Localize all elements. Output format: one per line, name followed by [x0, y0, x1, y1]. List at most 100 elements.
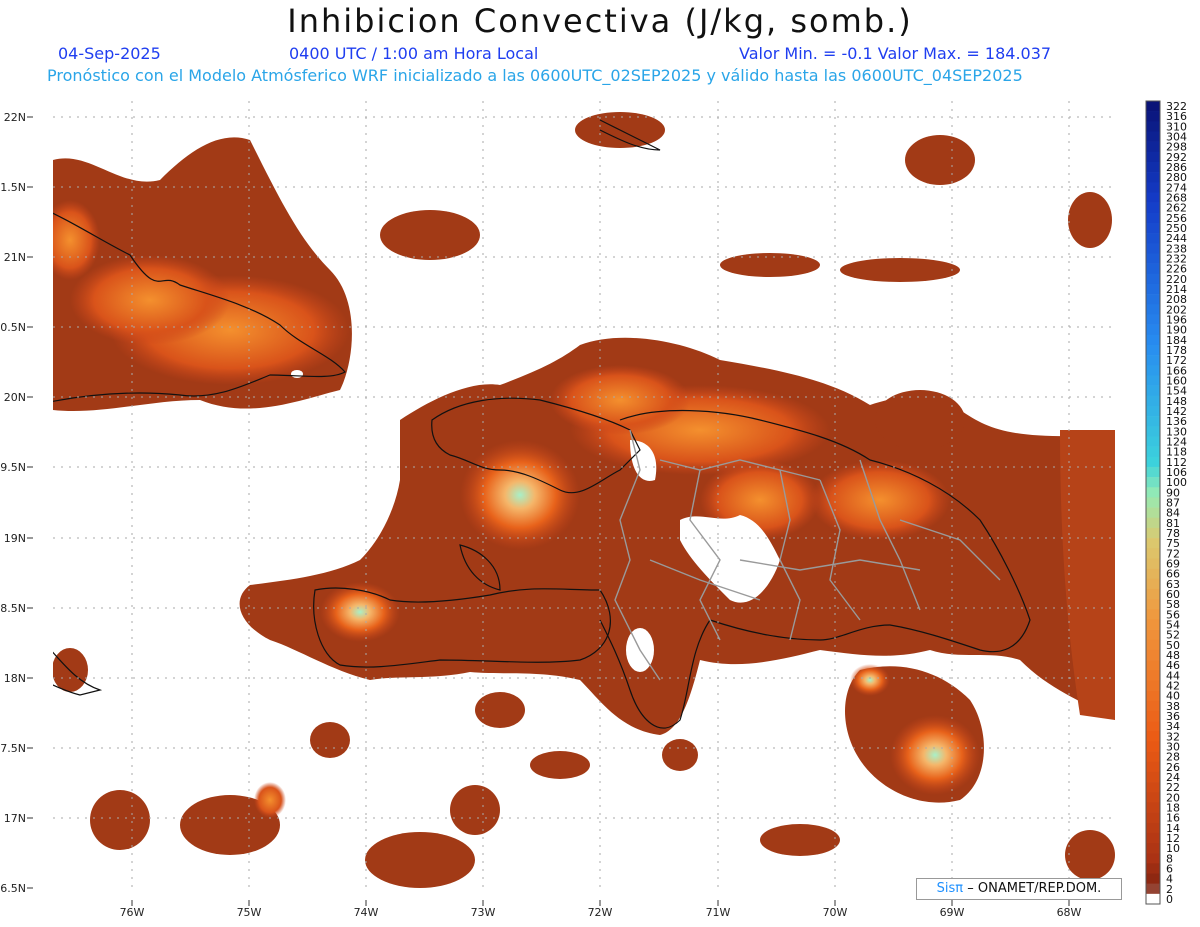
colorbar-swatch: [1146, 283, 1160, 295]
lon-label: 72W: [588, 906, 613, 919]
colorbar-swatch: [1146, 853, 1160, 864]
colorbar-swatch: [1146, 782, 1160, 793]
colorbar-swatch: [1146, 599, 1160, 610]
colorbar-swatch: [1146, 741, 1160, 752]
lat-label: 19N: [4, 532, 26, 545]
credit-box: Sisπ – ONAMET/REP.DOM.: [916, 878, 1122, 900]
lon-label: 76W: [120, 906, 145, 919]
forecast-map: 22N 1.5N 21N 0.5N 20N 9.5N 19N 8.5N 18N …: [0, 100, 1187, 919]
colorbar-swatch: [1146, 832, 1160, 844]
colorbar-swatch: [1146, 792, 1160, 803]
colorbar-swatch: [1146, 365, 1160, 376]
colorbar-swatch: [1146, 477, 1160, 488]
credit-text: – ONAMET/REP.DOM.: [967, 881, 1102, 896]
colorbar-swatch: [1146, 334, 1160, 346]
colorbar-swatch: [1146, 568, 1160, 580]
latitude-labels: 22N 1.5N 21N 0.5N 20N 9.5N 19N 8.5N 18N …: [0, 111, 26, 895]
colorbar-swatch: [1146, 263, 1160, 275]
colorbar-swatch: [1146, 273, 1160, 285]
colorbar-swatch: [1146, 141, 1160, 153]
colorbar-swatch: [1146, 487, 1160, 498]
lon-label: 74W: [354, 906, 379, 919]
colorbar-label: 0: [1166, 893, 1173, 906]
lat-label: 18N: [4, 672, 26, 685]
lon-label: 75W: [237, 906, 262, 919]
colorbar-swatch: [1146, 700, 1160, 712]
colorbar-swatch: [1146, 446, 1160, 458]
colorbar-swatch: [1146, 304, 1160, 315]
colorbar-swatch: [1146, 426, 1160, 437]
colorbar-swatch: [1146, 172, 1160, 183]
colorbar-swatch: [1146, 893, 1160, 905]
longitude-ticks: [131, 900, 1070, 906]
colorbar-swatch: [1146, 578, 1160, 590]
colorbar-swatch: [1146, 212, 1160, 224]
lat-label: 6.5N: [0, 882, 26, 895]
colorbar-swatch: [1146, 873, 1160, 884]
colorbar-swatch: [1146, 202, 1160, 214]
colorbar-swatch: [1146, 619, 1160, 630]
colorbar-swatch: [1146, 843, 1160, 854]
lat-label: 9.5N: [0, 461, 26, 474]
colorbar-swatch: [1146, 690, 1160, 702]
colorbar-swatch: [1146, 466, 1160, 478]
colorbar-swatch: [1146, 395, 1160, 407]
colorbar-swatch: [1146, 558, 1160, 569]
colorbar-swatch: [1146, 609, 1160, 620]
colorbar-swatch: [1146, 294, 1160, 305]
colorbar-swatch: [1146, 517, 1160, 529]
colorbar-swatch: [1146, 639, 1160, 651]
colorbar-swatch: [1146, 151, 1160, 163]
colorbar-swatch: [1146, 233, 1160, 244]
colorbar-swatch: [1146, 680, 1160, 691]
colorbar-swatch: [1146, 649, 1160, 661]
colorbar-swatch: [1146, 883, 1160, 895]
colorbar-swatch: [1146, 101, 1160, 112]
colorbar-swatch: [1146, 182, 1160, 193]
lon-label: 69W: [940, 906, 965, 919]
colorbar-swatch: [1146, 111, 1160, 122]
colorbar-swatch: [1146, 385, 1160, 397]
colorbar-swatch: [1146, 355, 1160, 366]
lat-label: 8.5N: [0, 602, 26, 615]
colorbar-swatch: [1146, 243, 1160, 254]
colorbar-swatch: [1146, 222, 1160, 234]
colorbar-swatch: [1146, 416, 1160, 427]
colorbar-swatch: [1146, 456, 1160, 468]
colorbar-swatch: [1146, 121, 1160, 132]
colorbar-swatch: [1146, 812, 1160, 823]
lat-label: 21N: [4, 251, 26, 264]
colorbar-swatch: [1146, 822, 1160, 834]
lon-label: 73W: [471, 906, 496, 919]
latitude-ticks: [27, 116, 33, 889]
colorbar-swatch: [1146, 731, 1160, 742]
colorbar-swatch: [1146, 131, 1160, 142]
colorbar-swatch: [1146, 538, 1160, 549]
colorbar-swatch: [1146, 771, 1160, 783]
lat-label: 22N: [4, 111, 26, 124]
colorbar-swatch: [1146, 161, 1160, 173]
colorbar-swatch: [1146, 761, 1160, 773]
colorbar-swatch: [1146, 344, 1160, 356]
colorbar-swatch: [1146, 497, 1160, 508]
colorbar-swatch: [1146, 751, 1160, 762]
colorbar-swatch: [1146, 802, 1160, 813]
colorbar-swatch: [1146, 375, 1160, 386]
colorbar-swatch: [1146, 710, 1160, 722]
longitude-labels: 76W 75W 74W 73W 72W 71W 70W 69W 68W: [120, 906, 1082, 919]
colorbar-swatch: [1146, 863, 1160, 874]
colorbar-swatch: [1146, 721, 1160, 732]
lat-label: 20N: [4, 391, 26, 404]
colorbar-swatch: [1146, 324, 1160, 336]
colorbar-swatch: [1146, 629, 1160, 641]
colorbar-swatch: [1146, 548, 1160, 559]
colorbar-swatch: [1146, 192, 1160, 203]
colorbar-swatch: [1146, 314, 1160, 325]
lat-label: 17N: [4, 812, 26, 825]
colorbar-swatch: [1146, 670, 1160, 681]
colorbar-swatch: [1146, 507, 1160, 519]
sispi-logo: Sisπ: [936, 881, 964, 896]
lat-label: 0.5N: [0, 321, 26, 334]
lon-label: 70W: [823, 906, 848, 919]
lon-label: 71W: [706, 906, 731, 919]
